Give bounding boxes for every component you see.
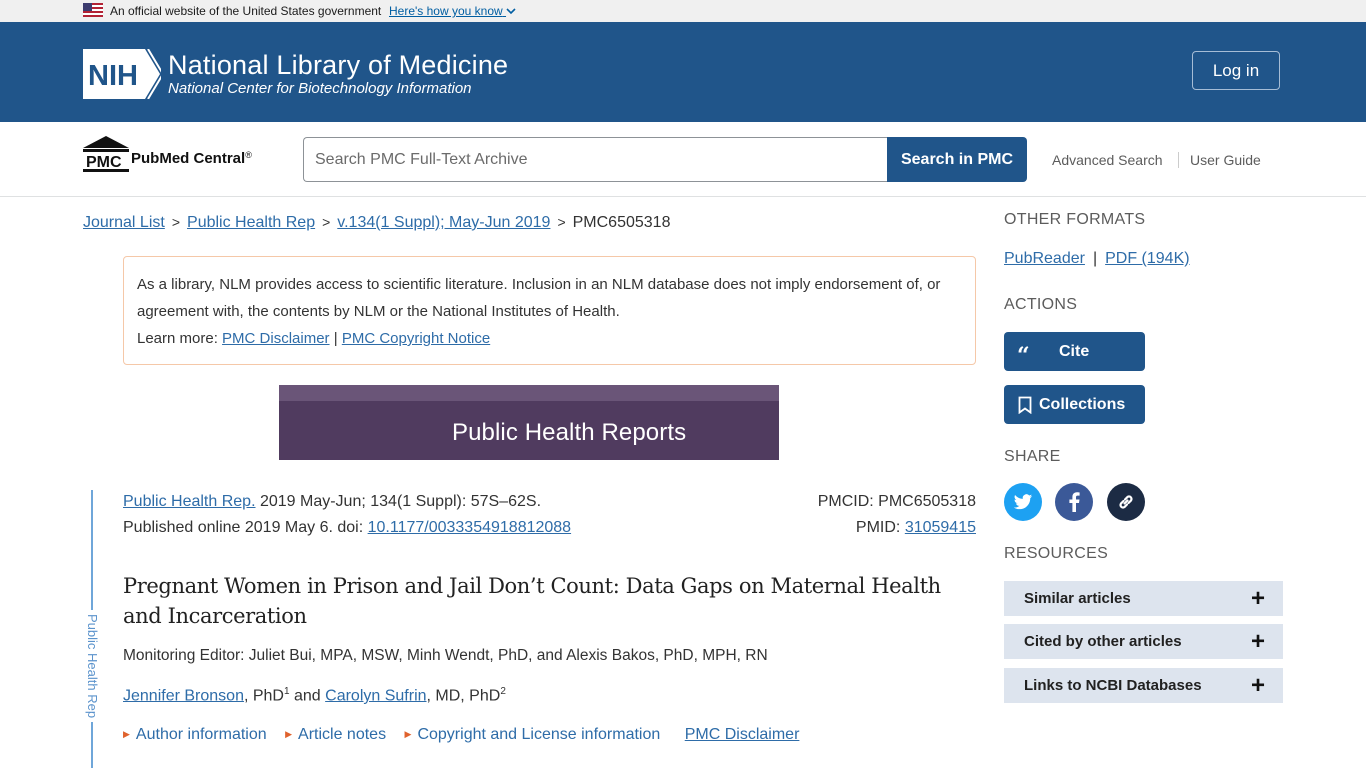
heres-how-link[interactable]: Here's how you know — [389, 4, 516, 18]
pubreader-link[interactable]: PubReader — [1004, 250, 1085, 267]
published-text: Published online 2019 May 6. doi: — [123, 519, 368, 536]
triangle-right-icon: ▶ — [404, 729, 412, 739]
authors-and: and — [289, 687, 326, 705]
triangle-right-icon: ▶ — [123, 729, 130, 739]
heres-how-label: Here's how you know — [389, 4, 503, 18]
published-line: Published online 2019 May 6. doi: 10.117… — [123, 519, 571, 537]
journal-citation-link[interactable]: Public Health Rep. — [123, 493, 256, 510]
search-button[interactable]: Search in PMC — [887, 137, 1027, 182]
gov-banner-text: An official website of the United States… — [110, 4, 382, 18]
side-line — [91, 722, 93, 768]
facebook-icon — [1068, 492, 1080, 512]
monitoring-editor: Monitoring Editor: Juliet Bui, MPA, MSW,… — [123, 647, 768, 664]
us-flag-icon — [83, 3, 103, 17]
resource-label: Links to NCBI Databases — [1024, 677, 1202, 694]
disclaimer-learn-more: Learn more: PMC Disclaimer | PMC Copyrig… — [137, 325, 962, 352]
share-heading: SHARE — [1004, 448, 1061, 465]
pmc-search-bar: PMC PubMed Central® Search in PMC Advanc… — [0, 122, 1366, 197]
ncbi-links-toggle[interactable]: Links to NCBI Databases + — [1004, 668, 1283, 703]
bookmark-icon — [1018, 396, 1032, 414]
pdf-link[interactable]: PDF (194K) — [1105, 250, 1189, 267]
side-journal-label: Public Health Rep — [85, 614, 100, 719]
article-notes-toggle[interactable]: Article notes — [298, 726, 386, 743]
author-information-toggle[interactable]: Author information — [136, 726, 267, 743]
plus-icon: + — [1250, 671, 1265, 699]
nih-logo-text: NIH — [88, 60, 138, 92]
breadcrumb-current: PMC6505318 — [572, 214, 671, 231]
advanced-search-link[interactable]: Advanced Search — [1052, 152, 1163, 168]
other-formats-heading: OTHER FORMATS — [1004, 211, 1146, 228]
article-title: Pregnant Women in Prison and Jail Don’t … — [123, 574, 941, 628]
author-link[interactable]: Jennifer Bronson — [123, 687, 244, 704]
resources-heading: RESOURCES — [1004, 545, 1109, 562]
formats-divider: | — [1092, 250, 1098, 267]
facebook-share-button[interactable] — [1055, 483, 1093, 521]
article-info-links: ▶ Author information ▶ Article notes ▶ Copy… — [123, 726, 799, 744]
author-affiliation: 2 — [500, 686, 506, 697]
author-link[interactable]: Carolyn Sufrin — [325, 687, 426, 704]
collections-button[interactable]: Collections — [1004, 385, 1145, 424]
pmid-label: PMID: — [855, 519, 905, 536]
journal-banner-strip — [279, 385, 779, 401]
nih-logo[interactable]: NIH — [83, 49, 161, 99]
similar-articles-toggle[interactable]: Similar articles + — [1004, 581, 1283, 616]
triangle-right-icon: ▶ — [285, 729, 293, 739]
pmc-logo-short: PMC — [86, 154, 122, 171]
authors: Jennifer Bronson, PhD1 and Carolyn Sufri… — [123, 686, 506, 705]
resource-label: Cited by other articles — [1024, 633, 1182, 650]
nlm-header: NIH National Library of Medicine Nationa… — [0, 22, 1366, 122]
disclaimer-divider: | — [333, 330, 338, 347]
cite-button[interactable]: “ Cite — [1004, 332, 1145, 371]
other-formats: PubReader | PDF (194K) — [1004, 250, 1190, 268]
breadcrumb-journal[interactable]: Public Health Rep — [187, 214, 315, 231]
plus-icon: + — [1250, 584, 1265, 612]
disclaimer-box: As a library, NLM provides access to sci… — [123, 256, 976, 365]
twitter-icon — [1013, 493, 1033, 509]
nlm-subtitle: National Center for Biotechnology Inform… — [168, 80, 472, 97]
login-button[interactable]: Log in — [1192, 51, 1280, 90]
author-degree: , MD, PhD — [426, 687, 501, 705]
actions-heading: ACTIONS — [1004, 296, 1078, 313]
pmc-copyright-link[interactable]: PMC Copyright Notice — [342, 330, 490, 347]
twitter-share-button[interactable] — [1004, 483, 1042, 521]
breadcrumb-issue[interactable]: v.134(1 Suppl); May-Jun 2019 — [337, 214, 550, 231]
divider — [1178, 152, 1179, 168]
copyright-license-toggle[interactable]: Copyright and License information — [417, 726, 660, 743]
quote-icon: “ — [1017, 342, 1030, 369]
pmc-logo-text: PubMed Central — [131, 150, 246, 167]
breadcrumb: Journal List > Public Health Rep > v.134(1 S… — [83, 214, 670, 232]
journal-banner[interactable]: Public Health Reports — [279, 385, 779, 460]
citation-line: Public Health Rep. 2019 May-Jun; 134(1 S… — [123, 493, 541, 511]
doi-link[interactable]: 10.1177/0033354918812088 — [368, 519, 571, 536]
pmc-logo-reg: ® — [245, 150, 252, 160]
resource-label: Similar articles — [1024, 590, 1131, 607]
pmid-link[interactable]: 31059415 — [905, 519, 976, 536]
breadcrumb-journal-list[interactable]: Journal List — [83, 214, 165, 231]
breadcrumb-separator: > — [322, 214, 331, 230]
user-guide-link[interactable]: User Guide — [1190, 152, 1261, 168]
breadcrumb-separator: > — [171, 214, 181, 230]
pmc-disclaimer-link[interactable]: PMC Disclaimer — [685, 726, 800, 743]
collections-label: Collections — [1039, 395, 1126, 413]
pmcid: PMCID: PMC6505318 — [817, 493, 976, 510]
citation-details: 2019 May-Jun; 134(1 Suppl): 57S–62S. — [255, 493, 542, 510]
search-input[interactable] — [303, 137, 889, 182]
learn-more-label: Learn more: — [137, 330, 218, 347]
plus-icon: + — [1250, 627, 1265, 655]
disclaimer-text: As a library, NLM provides access to sci… — [137, 276, 941, 320]
cite-label: Cite — [1059, 342, 1090, 360]
gov-banner: An official website of the United States… — [0, 0, 1366, 22]
pmc-disclaimer-link[interactable]: PMC Disclaimer — [222, 330, 330, 347]
breadcrumb-separator: > — [557, 214, 566, 230]
nlm-title[interactable]: National Library of Medicine — [168, 50, 508, 81]
author-degree: , PhD — [243, 687, 284, 705]
copy-link-share-button[interactable] — [1107, 483, 1145, 521]
link-icon — [1119, 495, 1133, 509]
pmid-line: PMID: 31059415 — [856, 519, 976, 537]
side-line — [91, 490, 93, 610]
cited-by-toggle[interactable]: Cited by other articles + — [1004, 624, 1283, 659]
journal-banner-title: Public Health Reports — [452, 419, 687, 446]
chevron-down-icon — [506, 8, 516, 15]
